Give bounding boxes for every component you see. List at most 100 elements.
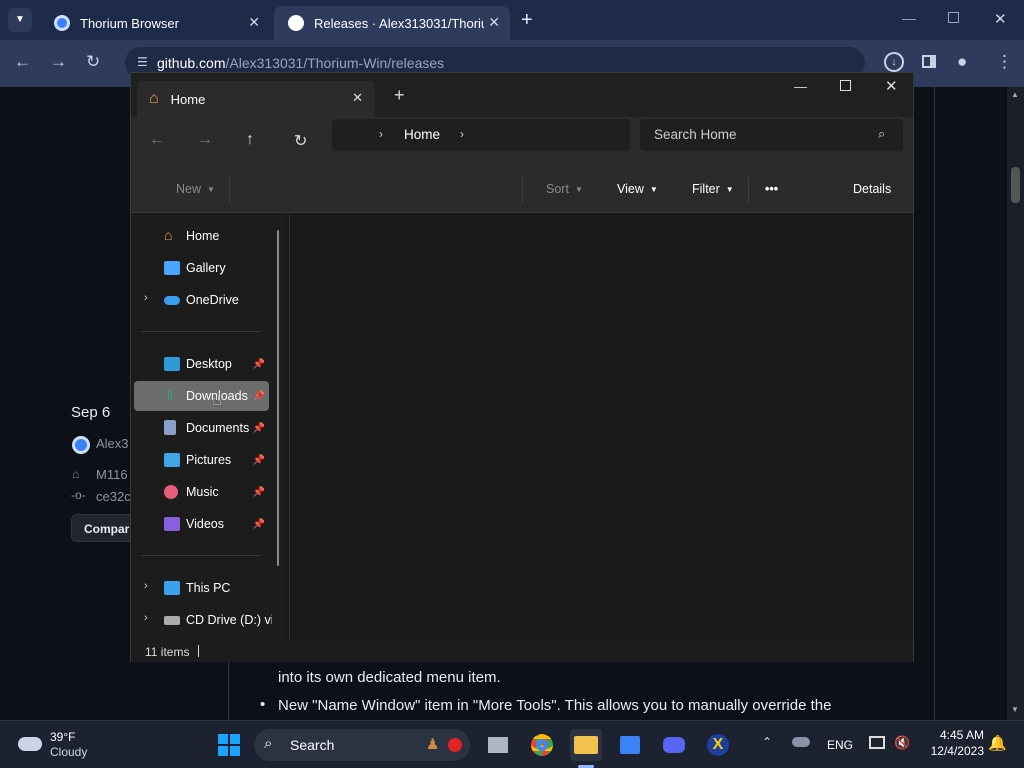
release-author[interactable]: Alex3 [96, 436, 129, 451]
nav-item-videos[interactable]: Videos 📌 [134, 509, 269, 539]
status-divider [198, 645, 199, 657]
nav-item-downloads[interactable]: ⇩ Downloads 📌 [134, 381, 269, 411]
up-icon[interactable]: ↑ [246, 131, 254, 149]
close-window-icon[interactable]: ✕ [885, 77, 898, 95]
refresh-icon[interactable]: ↻ [294, 131, 307, 151]
taskbar-search[interactable]: ⌕ Search ♟ [254, 729, 470, 761]
nav-item-onedrive[interactable]: › OneDrive [134, 285, 269, 315]
nav-item-cd-drive[interactable]: › CD Drive (D:) vir [134, 605, 272, 635]
nav-pane-scrollbar[interactable] [277, 230, 279, 566]
pin-icon[interactable]: 📌 [253, 519, 265, 530]
display-icon[interactable] [869, 736, 885, 749]
nav-item-home[interactable]: ⌂ Home [134, 221, 269, 251]
maximize-icon[interactable] [840, 80, 851, 91]
release-date: Sep 6 [71, 404, 111, 421]
close-icon[interactable]: ✕ [248, 14, 260, 31]
pin-icon[interactable]: 📌 [253, 391, 265, 402]
close-icon[interactable]: ✕ [352, 90, 363, 106]
file-list-area[interactable] [289, 214, 913, 640]
nav-item-label: Home [186, 229, 220, 243]
details-label: Details [853, 182, 892, 196]
breadcrumb[interactable]: › Home › [332, 119, 630, 151]
tab-thorium[interactable]: Thorium Browser ✕ [40, 6, 270, 40]
language-indicator[interactable]: ENG [827, 738, 853, 752]
explorer-tab-home[interactable]: ⌂ Home ✕ [137, 81, 375, 117]
file-explorer-button[interactable] [570, 729, 602, 761]
nav-item-pictures[interactable]: Pictures 📌 [134, 445, 269, 475]
forward-icon[interactable]: → [50, 52, 67, 72]
scroll-down-icon[interactable]: ▼ [1011, 705, 1019, 714]
onedrive-status-icon[interactable] [792, 737, 810, 747]
more-options-button[interactable]: ••• [765, 165, 778, 213]
site-info-icon[interactable]: ☰ [137, 55, 148, 69]
pin-icon[interactable]: 📌 [253, 487, 265, 498]
tray-overflow-icon[interactable]: ⌃ [762, 735, 772, 749]
close-icon[interactable]: ✕ [488, 14, 500, 31]
pin-icon[interactable]: 📌 [253, 359, 265, 370]
chevron-down-icon: ▼ [207, 184, 215, 194]
pin-icon[interactable]: 📌 [253, 423, 265, 434]
tab-search-button[interactable]: ▼ [8, 8, 32, 32]
commit-icon: -o- [71, 488, 86, 502]
sort-button[interactable]: Sort ▼ [546, 165, 583, 213]
chevron-right-icon[interactable]: › [144, 292, 148, 304]
chevron-right-icon[interactable]: › [460, 127, 464, 141]
page-scrollbar[interactable]: ▲ ▼ [1007, 87, 1024, 720]
chevron-right-icon[interactable]: › [144, 612, 148, 624]
forward-icon[interactable]: → [197, 131, 213, 149]
new-tab-icon[interactable]: + [521, 9, 533, 32]
side-panel-icon[interactable] [922, 55, 936, 68]
new-tab-icon[interactable]: + [394, 85, 405, 106]
notification-bell-icon[interactable]: 🔔 [988, 734, 1007, 752]
reload-icon[interactable]: ↻ [86, 52, 100, 72]
store-button[interactable] [614, 729, 646, 761]
x-app-icon: X [707, 734, 729, 756]
weather-widget[interactable]: 39°F Cloudy [16, 729, 106, 761]
tab-releases[interactable]: Releases · Alex313031/Thorium- ✕ [274, 6, 510, 40]
home-icon: ⌂ [149, 90, 159, 107]
back-icon[interactable]: ← [14, 52, 31, 72]
breadcrumb-home[interactable]: Home [404, 127, 440, 142]
chevron-right-icon[interactable]: › [144, 580, 148, 592]
start-button[interactable] [213, 729, 245, 761]
filter-button[interactable]: Filter ▼ [692, 165, 734, 213]
nav-item-this-pc[interactable]: › This PC [134, 573, 269, 603]
chevron-right-icon[interactable]: › [379, 127, 383, 141]
nav-item-desktop[interactable]: Desktop 📌 [134, 349, 269, 379]
chrome-button[interactable] [526, 729, 558, 761]
computer-icon [164, 581, 180, 595]
release-tag[interactable]: M116 [96, 467, 128, 482]
search-label: Search [290, 737, 335, 753]
menu-kebab-icon[interactable]: ⋮ [996, 52, 1013, 72]
downloads-icon[interactable]: ↓ [884, 52, 904, 72]
scroll-thumb[interactable] [1011, 167, 1020, 203]
profile-icon[interactable]: ● [957, 52, 967, 72]
nav-item-documents[interactable]: Documents 📌 [134, 413, 269, 443]
minimize-icon[interactable]: — [794, 79, 807, 94]
release-commit[interactable]: ce32c [96, 489, 131, 504]
nav-item-music[interactable]: Music 📌 [134, 477, 269, 507]
back-icon[interactable]: ← [149, 131, 165, 149]
search-input[interactable]: Search Home [654, 127, 737, 142]
new-button[interactable]: New ▼ [176, 165, 215, 213]
search-box[interactable]: Search Home ⌕ [640, 119, 903, 151]
download-icon: ⇩ [164, 387, 176, 403]
clock[interactable]: 4:45 AM 12/4/2023 [920, 728, 984, 758]
divider [141, 555, 261, 556]
restore-icon[interactable] [948, 12, 959, 23]
pin-icon[interactable]: 📌 [253, 455, 265, 466]
close-window-icon[interactable]: ✕ [994, 10, 1007, 28]
nav-item-label: Videos [186, 517, 224, 531]
author-avatar[interactable] [72, 436, 90, 454]
volume-muted-icon[interactable]: 🔇 [894, 735, 910, 751]
nav-item-gallery[interactable]: Gallery [134, 253, 269, 283]
minimize-icon[interactable]: — [902, 10, 916, 26]
task-view-button[interactable] [482, 729, 514, 761]
url-text: github.com/Alex313031/Thorium-Win/releas… [157, 55, 444, 71]
scroll-up-icon[interactable]: ▲ [1011, 90, 1019, 99]
details-button[interactable]: Details [853, 165, 891, 213]
xbox-button[interactable]: X [702, 729, 734, 761]
clock-time: 4:45 AM [939, 728, 984, 742]
discord-button[interactable] [658, 729, 690, 761]
view-button[interactable]: View ▼ [617, 165, 658, 213]
